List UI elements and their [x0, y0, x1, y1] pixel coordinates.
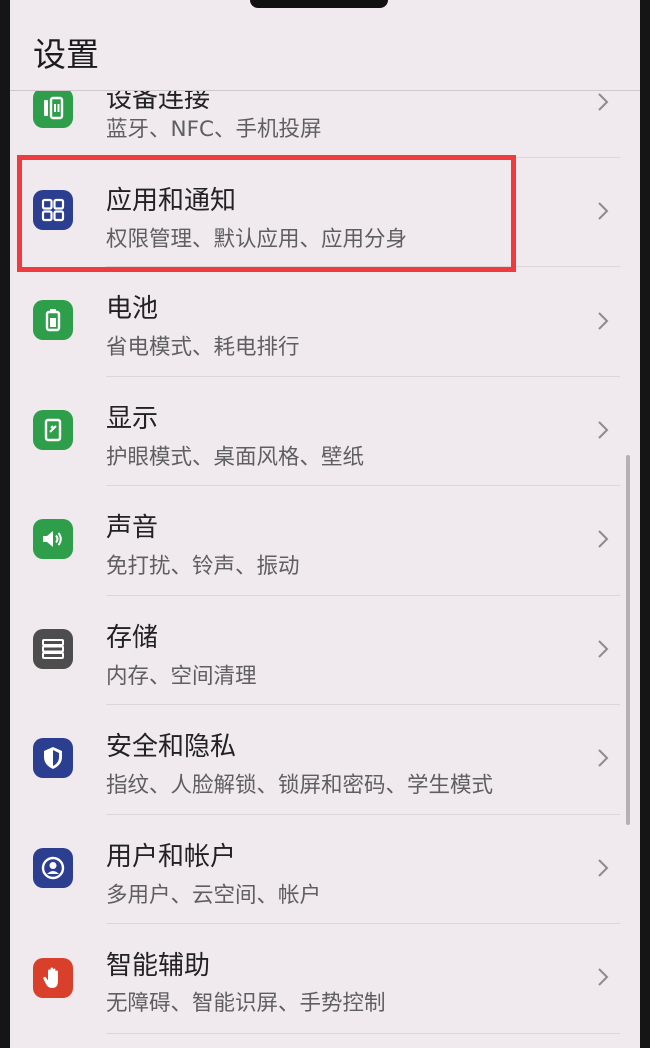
chevron-right-icon — [598, 640, 609, 658]
divider — [106, 1033, 620, 1034]
highlight-box — [17, 155, 516, 272]
settings-item-subtitle: 多用户、云空间、帐户 — [106, 883, 322, 908]
settings-item-title: 电池 — [106, 294, 159, 324]
camera-notch — [250, 0, 388, 8]
settings-item-subtitle: 护眼模式、桌面风格、壁纸 — [106, 445, 365, 470]
chevron-right-icon — [598, 530, 609, 548]
settings-item-subtitle: 无障碍、智能识屏、手势控制 — [106, 991, 386, 1016]
settings-item-subtitle: 免打扰、铃声、振动 — [106, 554, 300, 579]
settings-item-title: 智能辅助 — [106, 951, 211, 981]
settings-item-title: 声音 — [106, 513, 159, 543]
chevron-right-icon — [598, 421, 609, 439]
settings-item-subtitle: 蓝牙、NFC、手机投屏 — [106, 117, 322, 142]
display-icon — [33, 410, 73, 450]
device-connection-icon — [33, 88, 73, 128]
speaker-icon — [33, 519, 73, 559]
settings-item-subtitle: 省电模式、耗电排行 — [106, 335, 300, 360]
chevron-right-icon — [598, 202, 609, 220]
scrollbar[interactable] — [626, 455, 630, 825]
page-title: 设置 — [33, 35, 99, 74]
battery-icon — [33, 300, 73, 340]
settings-item-title: 存储 — [106, 623, 159, 653]
chevron-right-icon — [598, 968, 609, 986]
settings-item-title: 显示 — [106, 404, 159, 434]
settings-item-users-accounts[interactable]: 用户和帐户 多用户、云空间、帐户 — [10, 814, 640, 924]
shield-icon — [33, 738, 73, 778]
settings-item-storage[interactable]: 存储 内存、空间清理 — [10, 595, 640, 705]
settings-item-display[interactable]: 显示 护眼模式、桌面风格、壁纸 — [10, 376, 640, 486]
settings-item-smart-assistance[interactable]: 智能辅助 无障碍、智能识屏、手势控制 — [10, 923, 640, 1033]
settings-item-sound[interactable]: 声音 免打扰、铃声、振动 — [10, 485, 640, 595]
settings-item-security-privacy[interactable]: 安全和隐私 指纹、人脸解锁、锁屏和密码、学生模式 — [10, 704, 640, 814]
settings-item-title: 用户和帐户 — [106, 842, 237, 872]
app-header: 设置 — [10, 0, 640, 90]
settings-item-subtitle: 内存、空间清理 — [106, 664, 257, 689]
settings-screen: 设备连接 蓝牙、NFC、手机投屏 应用和通知 权限管理、默认应用、应用分身 电池… — [10, 0, 640, 1048]
header-divider — [10, 90, 640, 91]
user-account-icon — [33, 848, 73, 888]
hand-icon — [33, 958, 73, 998]
settings-item-battery[interactable]: 电池 省电模式、耗电排行 — [10, 266, 640, 376]
chevron-right-icon — [598, 859, 609, 877]
settings-item-subtitle: 指纹、人脸解锁、锁屏和密码、学生模式 — [106, 773, 494, 798]
chevron-right-icon — [598, 312, 609, 330]
settings-item-title: 安全和隐私 — [106, 732, 237, 762]
chevron-right-icon — [598, 93, 609, 111]
storage-icon — [33, 629, 73, 669]
chevron-right-icon — [598, 749, 609, 767]
